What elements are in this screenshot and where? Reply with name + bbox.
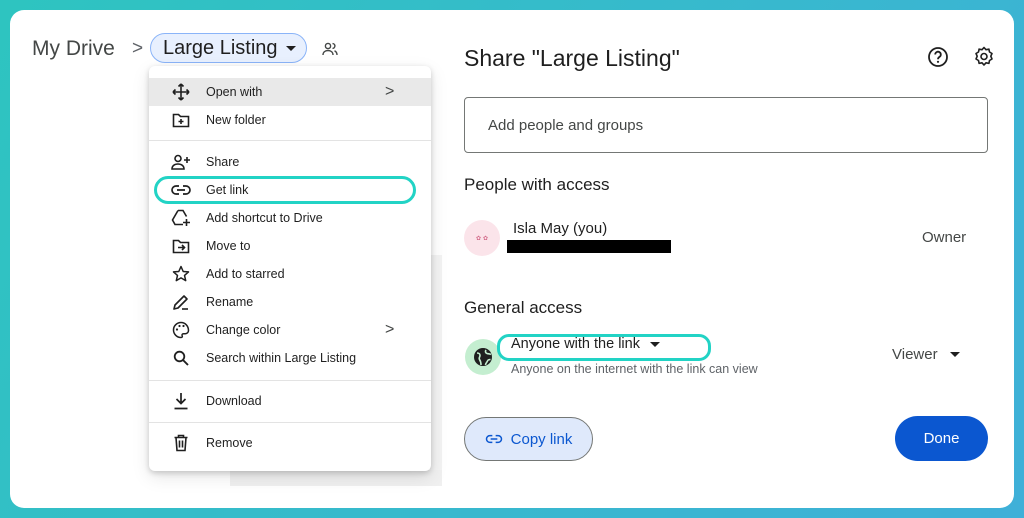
avatar-initials-decoration: ✿ ✿ bbox=[476, 234, 488, 242]
breadcrumb-separator: > bbox=[132, 38, 144, 59]
palette-icon bbox=[171, 320, 191, 340]
menu-item-remove[interactable]: Remove bbox=[149, 429, 431, 457]
breadcrumb-current-label: Large Listing bbox=[163, 36, 278, 59]
download-icon bbox=[171, 391, 191, 411]
background-file-shadow bbox=[430, 255, 442, 470]
menu-item-label: Share bbox=[206, 155, 240, 169]
link-icon bbox=[485, 434, 502, 444]
breadcrumb-current-folder-button[interactable]: Large Listing bbox=[150, 33, 307, 63]
chevron-right-icon: > bbox=[385, 321, 395, 338]
caret-down-icon bbox=[949, 352, 960, 357]
menu-item-change-color[interactable]: Change color > bbox=[149, 316, 431, 344]
chevron-right-icon: > bbox=[385, 83, 395, 100]
globe-icon bbox=[474, 348, 492, 366]
menu-item-label: New folder bbox=[206, 113, 266, 127]
person-add-icon bbox=[171, 152, 191, 172]
shared-people-icon[interactable] bbox=[322, 42, 338, 61]
menu-item-label: Remove bbox=[206, 436, 253, 450]
menu-divider bbox=[149, 140, 431, 141]
permission-dropdown[interactable]: Viewer bbox=[892, 346, 960, 363]
star-icon bbox=[171, 264, 191, 284]
background-file-shadow bbox=[230, 470, 442, 486]
menu-item-add-to-starred[interactable]: Add to starred bbox=[149, 260, 431, 288]
pencil-icon bbox=[171, 292, 191, 312]
menu-item-label: Download bbox=[206, 394, 262, 408]
menu-item-open-with[interactable]: Open with > bbox=[149, 78, 431, 106]
menu-item-new-folder[interactable]: New folder bbox=[149, 106, 431, 134]
move-to-icon bbox=[171, 236, 191, 256]
breadcrumb-my-drive[interactable]: My Drive bbox=[32, 37, 115, 61]
menu-item-move-to[interactable]: Move to bbox=[149, 232, 431, 260]
caret-down-icon bbox=[285, 45, 296, 51]
search-icon bbox=[171, 348, 191, 368]
add-people-placeholder: Add people and groups bbox=[488, 116, 644, 134]
user-role: Owner bbox=[922, 229, 967, 246]
screenshot-panel: My Drive > Large Listing Open with > New… bbox=[10, 10, 1014, 508]
move-arrows-icon bbox=[171, 82, 191, 102]
people-with-access-heading: People with access bbox=[464, 175, 610, 194]
menu-item-label: Change color bbox=[206, 323, 281, 337]
trash-icon bbox=[171, 433, 191, 453]
avatar: ✿ ✿ bbox=[464, 220, 500, 256]
access-highlight-annotation bbox=[497, 334, 711, 361]
share-dialog-title: Share "Large Listing" bbox=[464, 45, 680, 71]
help-icon[interactable] bbox=[927, 46, 949, 73]
general-access-description: Anyone on the internet with the link can… bbox=[511, 362, 758, 376]
menu-divider bbox=[149, 380, 431, 381]
done-button[interactable]: Done bbox=[895, 416, 988, 461]
redacted-email-bar bbox=[507, 240, 671, 253]
context-menu: Open with > New folder Share Get link Ad… bbox=[149, 66, 431, 471]
user-name: Isla May (you) bbox=[513, 220, 608, 237]
general-access-heading: General access bbox=[464, 298, 583, 317]
menu-item-search-within[interactable]: Search within Large Listing bbox=[149, 344, 431, 372]
menu-item-download[interactable]: Download bbox=[149, 387, 431, 415]
menu-item-label: Rename bbox=[206, 295, 254, 309]
menu-divider bbox=[149, 422, 431, 423]
menu-item-add-shortcut[interactable]: Add shortcut to Drive bbox=[149, 204, 431, 232]
globe-icon-badge bbox=[465, 339, 501, 375]
menu-item-label: Add shortcut to Drive bbox=[206, 211, 323, 225]
settings-gear-icon[interactable] bbox=[973, 46, 995, 73]
new-folder-icon bbox=[171, 110, 191, 130]
menu-item-label: Move to bbox=[206, 239, 251, 253]
get-link-highlight-annotation bbox=[154, 176, 416, 204]
menu-item-label: Search within Large Listing bbox=[206, 351, 357, 365]
copy-link-button[interactable]: Copy link bbox=[464, 417, 593, 461]
menu-item-label: Open with bbox=[206, 85, 263, 99]
add-people-input[interactable]: Add people and groups bbox=[464, 97, 988, 153]
menu-item-rename[interactable]: Rename bbox=[149, 288, 431, 316]
add-shortcut-icon bbox=[171, 208, 191, 228]
menu-item-share[interactable]: Share bbox=[149, 148, 431, 176]
done-label: Done bbox=[923, 430, 960, 447]
menu-item-label: Add to starred bbox=[206, 267, 285, 281]
copy-link-label: Copy link bbox=[510, 430, 573, 448]
permission-value: Viewer bbox=[892, 346, 938, 363]
